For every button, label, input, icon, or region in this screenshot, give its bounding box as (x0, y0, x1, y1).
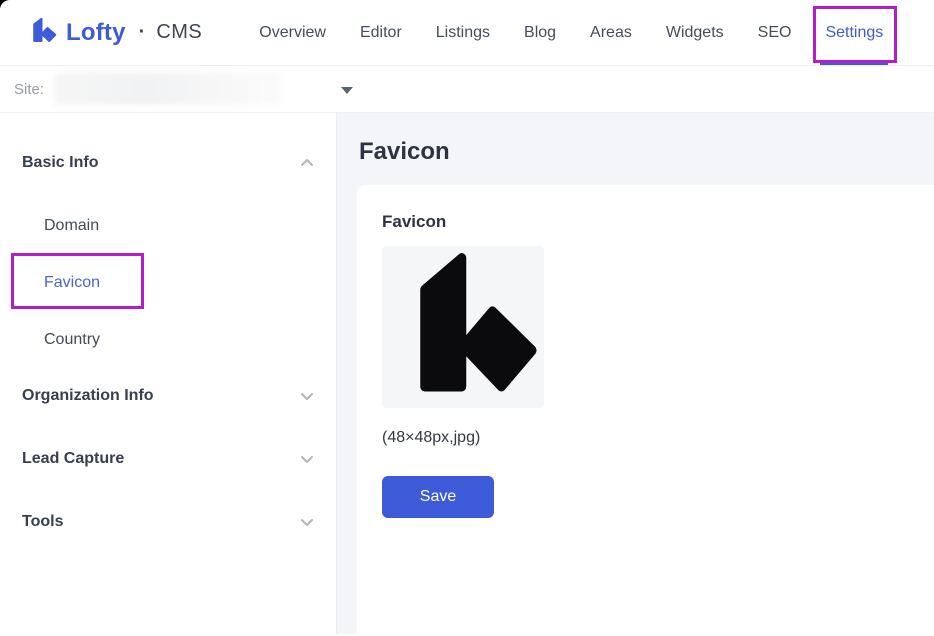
main-nav: Overview Editor Listings Blog Areas Widg… (242, 0, 900, 65)
favicon-section-label: Favicon (382, 212, 909, 232)
nav-item-settings[interactable]: Settings (808, 0, 900, 65)
chevron-down-icon (300, 389, 314, 403)
section-label: Organization Info (22, 387, 154, 405)
chevron-down-icon (300, 452, 314, 466)
nav-item-blog[interactable]: Blog (507, 0, 573, 65)
brand-separator: · (139, 21, 146, 44)
nav-item-seo[interactable]: SEO (741, 0, 809, 65)
brand-name: Lofty (66, 19, 126, 47)
lofty-logo-icon (30, 17, 57, 49)
top-nav: Lofty · CMS Overview Editor Listings Blo… (0, 0, 934, 66)
main-panel: Favicon Favicon (48×48px,jpg) Save (337, 113, 934, 634)
sidebar-item-domain[interactable]: Domain (0, 197, 336, 254)
basic-info-items: Domain Favicon Country (0, 197, 336, 368)
sidebar-item-label: Favicon (44, 274, 100, 292)
page-title: Favicon (359, 138, 934, 166)
site-name-redacted[interactable] (54, 73, 282, 105)
favicon-size-caption: (48×48px,jpg) (382, 429, 909, 447)
site-selector-bar: Site: (0, 66, 934, 113)
save-button[interactable]: Save (382, 476, 494, 518)
site-label: Site: (14, 81, 44, 98)
chevron-up-icon (300, 156, 314, 170)
sidebar-section-lead-capture[interactable]: Lead Capture (0, 441, 336, 477)
sidebar-section-organization-info[interactable]: Organization Info (0, 378, 336, 414)
section-label: Tools (22, 513, 63, 531)
brand[interactable]: Lofty · CMS (30, 17, 202, 49)
sidebar-item-country[interactable]: Country (0, 311, 336, 368)
page: Lofty · CMS Overview Editor Listings Blo… (0, 0, 934, 636)
chevron-down-icon (300, 515, 314, 529)
section-label: Basic Info (22, 154, 98, 172)
sidebar-section-tools[interactable]: Tools (0, 504, 336, 540)
nav-item-editor[interactable]: Editor (343, 0, 419, 65)
sidebar-section-basic-info[interactable]: Basic Info (0, 145, 336, 181)
section-label: Lead Capture (22, 450, 124, 468)
sidebar-item-favicon[interactable]: Favicon (0, 254, 336, 311)
settings-sidebar: Basic Info Domain Favicon Country Organi… (0, 113, 337, 634)
sidebar-item-label: Country (44, 331, 100, 349)
nav-item-listings[interactable]: Listings (419, 0, 507, 65)
favicon-preview[interactable] (382, 246, 544, 408)
nav-item-areas[interactable]: Areas (573, 0, 649, 65)
lofty-favicon-image (403, 248, 541, 398)
content-row: Basic Info Domain Favicon Country Organi… (0, 113, 934, 634)
caret-down-icon[interactable] (341, 87, 353, 94)
nav-item-widgets[interactable]: Widgets (649, 0, 741, 65)
brand-product: CMS (156, 21, 202, 44)
sidebar-item-label: Domain (44, 217, 99, 235)
nav-item-overview[interactable]: Overview (242, 0, 343, 65)
favicon-card: Favicon (48×48px,jpg) Save (357, 185, 934, 634)
